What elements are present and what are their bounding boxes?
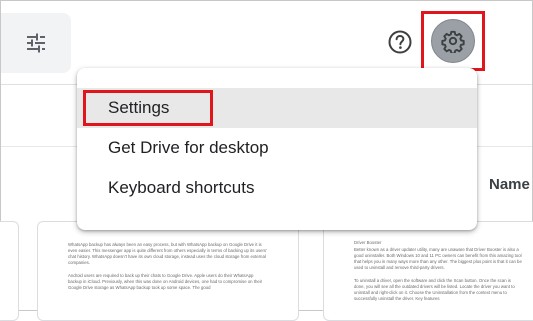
help-circle-icon [388, 30, 412, 54]
file-card-preview[interactable]: Driver Booster Better known as a driver … [323, 221, 533, 321]
name-column-header[interactable]: Name [489, 176, 530, 193]
file-card[interactable] [0, 221, 19, 321]
filter-options-button[interactable] [1, 13, 71, 73]
preview-text: WhatsApp backup has always been an easy … [68, 242, 267, 265]
settings-button[interactable] [431, 19, 475, 63]
help-button[interactable] [386, 28, 414, 56]
tune-icon [27, 33, 45, 53]
menu-item-label: Settings [108, 98, 170, 117]
settings-button-highlight [421, 11, 485, 71]
settings-dropdown-menu: Settings Get Drive for desktop Keyboard … [77, 68, 477, 230]
preview-text: Android users are required to back up th… [68, 273, 263, 290]
menu-item-get-drive-for-desktop[interactable]: Get Drive for desktop [77, 128, 477, 168]
menu-item-keyboard-shortcuts[interactable]: Keyboard shortcuts [77, 168, 477, 208]
preview-text: To uninstall a driver, open the software… [354, 278, 515, 301]
menu-item-label: Get Drive for desktop [108, 138, 269, 157]
menu-item-label: Keyboard shortcuts [108, 178, 255, 197]
gear-icon [441, 30, 465, 53]
preview-text: Better known as a driver updater utility… [354, 247, 522, 270]
preview-title: Driver Booster [354, 240, 382, 245]
menu-item-settings[interactable]: Settings [77, 88, 477, 128]
file-card-preview[interactable]: WhatsApp backup has always been an easy … [37, 221, 299, 321]
